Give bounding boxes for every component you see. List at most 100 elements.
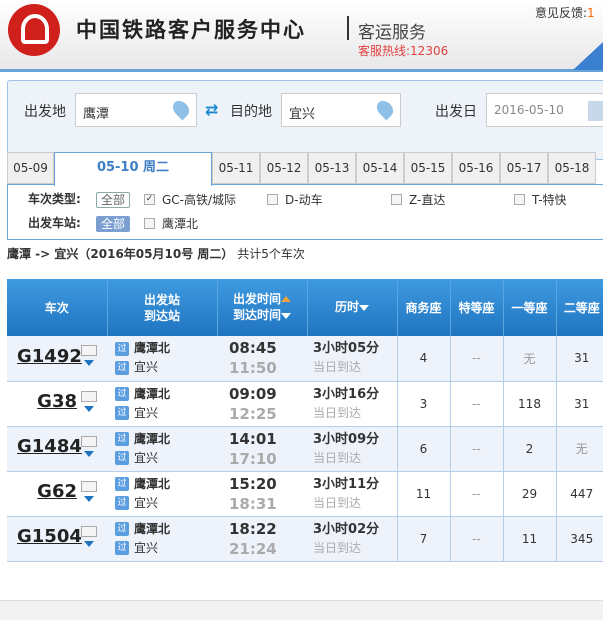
from-input[interactable]: 鹰潭 xyxy=(75,93,197,127)
train-cell: G62 xyxy=(7,471,107,517)
duration-cell: 3小时11分 当日到达 xyxy=(307,471,397,517)
train-number-link[interactable]: G38 xyxy=(17,391,77,412)
times-cell: 18:22 21:24 xyxy=(217,516,307,562)
table-row[interactable]: G1504 过鹰潭北过宜兴 18:22 21:24 3小时02分 当日到达 7 --… xyxy=(7,516,603,562)
date-tab[interactable]: 05-14 xyxy=(356,152,404,184)
date-tab[interactable]: 05-12 xyxy=(260,152,308,184)
times-cell: 15:20 18:31 xyxy=(217,471,307,517)
train-info-icon[interactable] xyxy=(81,480,97,492)
checkbox-t[interactable] xyxy=(514,194,525,205)
train-info-icon[interactable] xyxy=(81,390,97,402)
expand-stops-icon[interactable] xyxy=(84,450,94,462)
seat-swz: 3 xyxy=(396,381,450,427)
swap-icon[interactable]: ⇄ xyxy=(205,102,223,118)
summary-route: 鹰潭 -> 宜兴（2016年05月10号 周二） xyxy=(7,247,234,261)
train-number-link[interactable]: G1504 xyxy=(17,526,82,547)
checkbox-station[interactable] xyxy=(144,218,155,229)
date-tabs: 05-09 05-10 周二 05-11 05-12 05-13 05-14 05-15 05… xyxy=(7,152,603,186)
location-pin-icon[interactable] xyxy=(169,97,193,121)
seat-swz: 7 xyxy=(396,516,450,562)
train-type-label: 车次类型: xyxy=(28,192,81,206)
train-cell: G38 xyxy=(7,381,107,427)
train-number-link[interactable]: G1492 xyxy=(17,346,82,367)
seat-swz: 11 xyxy=(396,471,450,517)
checkbox-d[interactable] xyxy=(267,194,278,205)
seat-tdz: -- xyxy=(449,381,503,427)
seat-edz: 无 xyxy=(555,426,603,472)
departure-time: 18:22 xyxy=(229,519,277,538)
header-to: 到达站 xyxy=(143,308,180,323)
date-value: 2016-05-10 xyxy=(494,103,564,117)
expand-stops-icon[interactable] xyxy=(84,495,94,507)
departure-station-label: 出发车站: xyxy=(28,216,81,230)
date-tab[interactable]: 05-13 xyxy=(308,152,356,184)
seat-edz: 31 xyxy=(555,336,603,382)
railway-logo[interactable] xyxy=(8,4,60,56)
table-row[interactable]: G1484 过鹰潭北过宜兴 14:01 17:10 3小时09分 当日到达 6 --… xyxy=(7,426,603,472)
seat-swz: 4 xyxy=(396,336,450,382)
date-tab[interactable]: 05-15 xyxy=(404,152,452,184)
sort-duration[interactable]: 历时 xyxy=(335,300,359,314)
arrive-day: 当日到达 xyxy=(313,495,362,510)
type-all-button[interactable]: 全部 xyxy=(96,192,130,208)
feedback-label: 意见反馈: xyxy=(535,6,588,20)
header-duration[interactable]: 历时 xyxy=(306,279,397,336)
sort-departure[interactable]: 出发时间 xyxy=(233,292,281,306)
table-row[interactable]: G62 过鹰潭北过宜兴 15:20 18:31 3小时11分 当日到达 11 -- … xyxy=(7,471,603,517)
train-info-icon[interactable] xyxy=(81,435,97,447)
duration-cell: 3小时02分 当日到达 xyxy=(307,516,397,562)
table-row[interactable]: G38 过鹰潭北过宜兴 09:09 12:25 3小时16分 当日到达 3 -- 1… xyxy=(7,381,603,427)
train-number-link[interactable]: G1484 xyxy=(17,436,82,457)
date-tab[interactable]: 05-17 xyxy=(500,152,548,184)
pass-station-icon: 过 xyxy=(115,360,129,375)
sort-down-icon[interactable] xyxy=(359,305,369,316)
date-tab[interactable]: 05-09 xyxy=(7,152,54,184)
departure-time: 09:09 xyxy=(229,384,277,403)
header-from: 出发站 xyxy=(143,292,180,307)
date-tab[interactable]: 05-11 xyxy=(212,152,260,184)
date-tab[interactable]: 05-16 xyxy=(452,152,500,184)
feedback-value: 1 xyxy=(587,6,595,20)
seat-edz: 31 xyxy=(555,381,603,427)
checkbox-t-label: T-特快 xyxy=(532,193,567,207)
expand-stops-icon[interactable] xyxy=(84,360,94,371)
duration: 3小时11分 xyxy=(313,476,380,492)
location-pin-icon[interactable] xyxy=(373,97,397,121)
stations-cell: 过鹰潭北过宜兴 xyxy=(107,426,217,472)
sort-up-icon[interactable] xyxy=(281,291,291,302)
arrive-day: 当日到达 xyxy=(313,360,362,375)
times-cell: 09:09 12:25 xyxy=(217,381,307,427)
header-corner-decoration xyxy=(573,42,603,70)
stations-cell: 过鹰潭北过宜兴 xyxy=(107,516,217,562)
header-times[interactable]: 出发时间 到达时间 xyxy=(216,279,307,336)
seat-tdz: -- xyxy=(449,336,503,382)
train-info-icon[interactable] xyxy=(81,525,97,537)
station-all-button[interactable]: 全部 xyxy=(96,216,130,232)
to-label: 目的地 xyxy=(230,104,272,120)
date-label: 出发日 xyxy=(435,104,477,120)
to-station: 宜兴 xyxy=(134,405,159,420)
calendar-icon[interactable] xyxy=(588,101,603,121)
train-info-icon[interactable] xyxy=(81,345,97,357)
pass-station-icon: 过 xyxy=(115,522,129,536)
date-tab[interactable]: 05-18 xyxy=(548,152,596,184)
checkbox-station-label: 鹰潭北 xyxy=(162,217,199,231)
expand-stops-icon[interactable] xyxy=(84,540,94,552)
sort-arrival[interactable]: 到达时间 xyxy=(233,308,281,322)
train-table: 车次 出发站 到达站 出发时间 到达时间 历时 商务座 特等座 一等座 二等座 G1… xyxy=(7,279,603,562)
sort-down-icon[interactable] xyxy=(281,313,291,324)
expand-stops-icon[interactable] xyxy=(84,405,94,417)
duration: 3小时16分 xyxy=(313,386,380,402)
table-row[interactable]: G1492 过鹰潭北过宜兴 08:45 11:50 3小时05分 当日到达 4 --… xyxy=(7,336,603,382)
checkbox-d-label: D-动车 xyxy=(285,193,323,207)
train-number-link[interactable]: G62 xyxy=(17,481,77,502)
feedback-link[interactable]: 意见反馈:1 xyxy=(535,4,595,21)
checkbox-z[interactable] xyxy=(391,194,402,205)
duration-cell: 3小时16分 当日到达 xyxy=(307,381,397,427)
date-tab[interactable]: 05-10 周二 xyxy=(54,152,212,186)
to-station: 宜兴 xyxy=(134,495,159,510)
date-input[interactable]: 2016-05-10 xyxy=(486,93,603,127)
checkbox-gc[interactable]: ✓ xyxy=(144,194,155,205)
to-input[interactable]: 宜兴 xyxy=(281,93,401,127)
arrive-day: 当日到达 xyxy=(313,540,362,555)
